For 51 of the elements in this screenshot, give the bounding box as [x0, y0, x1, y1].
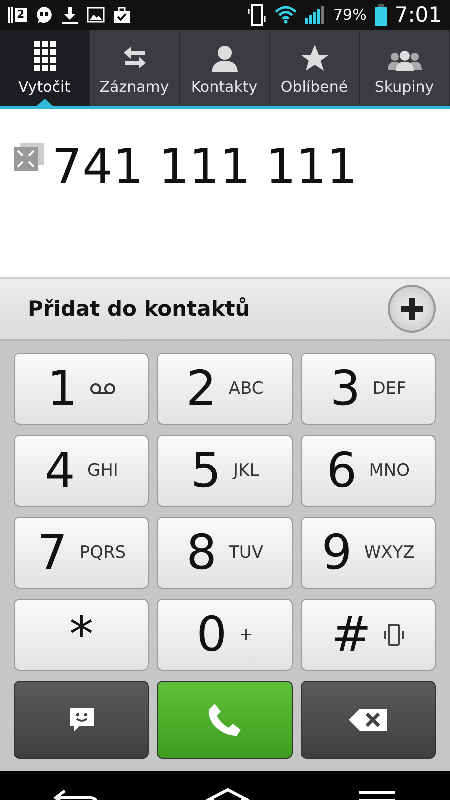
image-icon [86, 7, 105, 23]
dial-key[interactable]: 2 ABC [157, 353, 293, 425]
message-button[interactable] [14, 681, 150, 759]
phone-icon [206, 702, 243, 738]
group-icon [386, 50, 422, 72]
key-letters: PQRS [80, 543, 126, 563]
dialpad-icon [32, 40, 56, 72]
dial-key[interactable]: 7 PQRS [14, 517, 150, 589]
dial-key[interactable]: 6 MNO [300, 435, 436, 507]
signal-icon [305, 6, 326, 24]
vibrate-icon [383, 623, 406, 647]
key-letters: JKL [233, 461, 260, 481]
plus-icon [399, 296, 425, 322]
add-contact-button[interactable] [388, 285, 436, 333]
smiley-message-icon [68, 706, 96, 734]
dial-key[interactable]: 0 + [157, 599, 293, 671]
notification-count: 2 [15, 8, 27, 22]
dial-key[interactable]: 3 DEF [300, 353, 436, 425]
delete-button[interactable] [300, 681, 436, 759]
collapse-icon[interactable] [14, 143, 44, 171]
phone-number[interactable]: 741 111 111 [52, 143, 358, 191]
chat-bubble-icon [34, 6, 53, 24]
shopping-bag-icon [112, 6, 131, 24]
key-letters: WXYZ [364, 543, 415, 563]
clock: 7:01 [394, 3, 442, 27]
tab[interactable]: Vytočit [0, 30, 90, 106]
dial-key[interactable]: # [300, 599, 436, 671]
backspace-icon [348, 708, 388, 732]
person-icon [210, 44, 238, 72]
bars-icon [8, 7, 13, 23]
key-letters: MNO [369, 461, 410, 481]
dial-key[interactable]: 4 GHI [14, 435, 150, 507]
dial-key[interactable]: * [14, 599, 150, 671]
key-letters: ABC [228, 379, 264, 399]
battery-percent: 79% [333, 6, 367, 24]
download-icon [60, 6, 79, 24]
vibrate-icon [247, 4, 268, 26]
call-button[interactable] [157, 681, 293, 759]
wifi-icon [275, 6, 298, 24]
dial-key[interactable]: 8 TUV [157, 517, 293, 589]
star-icon [300, 44, 330, 72]
key-letters: TUV [229, 543, 264, 563]
voicemail-icon [90, 383, 116, 395]
swap-arrows-icon [122, 44, 146, 72]
key-letters: + [239, 625, 254, 645]
dial-key[interactable]: 9 WXYZ [300, 517, 436, 589]
key-letters: DEF [372, 379, 406, 399]
battery-icon [374, 4, 387, 26]
key-letters: GHI [87, 461, 118, 481]
dial-key[interactable]: 1 [14, 353, 150, 425]
dial-key[interactable]: 5 JKL [157, 435, 293, 507]
